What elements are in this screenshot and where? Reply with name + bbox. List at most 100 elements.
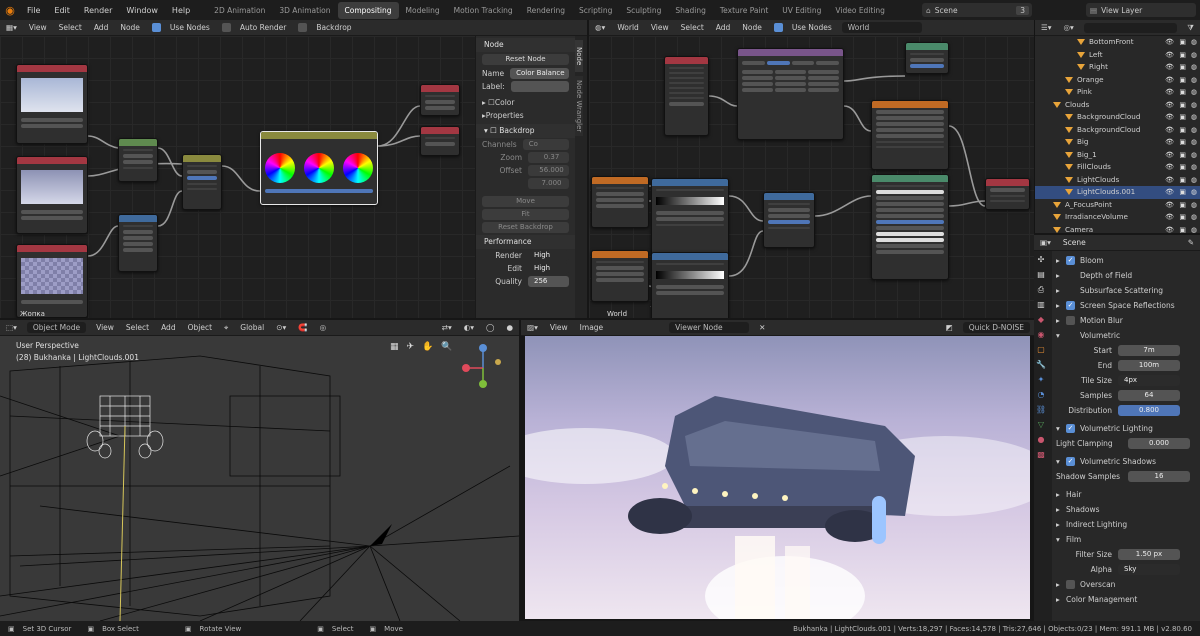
render-tab-icon[interactable]: ▤ (1034, 268, 1048, 281)
tab-uv-editing[interactable]: UV Editing (775, 2, 828, 19)
render-visibility-icon[interactable]: ◍ (1191, 161, 1197, 174)
sss-expand-icon[interactable]: ▸ (1056, 286, 1066, 295)
tab-node-wrangler[interactable]: Node Wrangler (575, 76, 583, 136)
outliner-row[interactable]: IrradianceVolume 👁 ▣ ◍ (1035, 211, 1200, 224)
alpha-dropdown[interactable]: Sky (1118, 564, 1180, 575)
outliner-row[interactable]: Orange 👁 ▣ ◍ (1035, 74, 1200, 87)
render-layers-node-3[interactable] (16, 244, 88, 318)
viewport-select-menu[interactable]: Select (120, 323, 155, 332)
menu-file[interactable]: File (20, 6, 47, 15)
render-result-image[interactable] (525, 336, 1030, 619)
hair-expand-icon[interactable]: ▸ (1056, 490, 1066, 499)
tab-3d-animation[interactable]: 3D Animation (272, 2, 337, 19)
camera-visibility-icon[interactable]: ▣ (1179, 61, 1186, 74)
outliner-row[interactable]: BottomFront 👁 ▣ ◍ (1035, 36, 1200, 49)
zoom-icon[interactable]: 🔍 (441, 342, 452, 352)
outliner-row[interactable]: LightClouds.001 👁 ▣ ◍ (1035, 186, 1200, 199)
backdrop-panel-header[interactable]: ▾ ☐ Backdrop (476, 124, 575, 138)
render-visibility-icon[interactable]: ◍ (1191, 74, 1197, 87)
render-visibility-icon[interactable]: ◍ (1191, 49, 1197, 62)
eye-icon[interactable]: 👁 (1165, 99, 1174, 112)
color-ramp-node[interactable] (651, 178, 729, 256)
world-use-nodes-checkbox[interactable] (773, 23, 783, 32)
outliner-row[interactable]: Big_1 👁 ▣ ◍ (1035, 149, 1200, 162)
camera-visibility-icon[interactable]: ▣ (1179, 199, 1186, 212)
vol-shadows-expand-icon[interactable]: ▾ (1056, 457, 1066, 466)
shading-wireframe-icon[interactable]: ◯ (480, 323, 500, 332)
image-image-menu[interactable]: Image (574, 323, 610, 332)
properties-editor-icon[interactable]: ▣▾ (1034, 238, 1057, 247)
render-quality-dropdown[interactable]: High (528, 250, 569, 261)
toggle-camera-icon[interactable]: ✈ (407, 342, 415, 352)
world-node-canvas[interactable]: World (589, 36, 1034, 318)
color-mgmt-expand-icon[interactable]: ▸ (1056, 595, 1066, 604)
outliner-row[interactable]: Right 👁 ▣ ◍ (1035, 61, 1200, 74)
object-tab-icon[interactable]: ▢ (1034, 343, 1048, 356)
backdrop-checkbox[interactable] (298, 23, 308, 32)
camera-visibility-icon[interactable]: ▣ (1179, 211, 1186, 224)
eye-icon[interactable]: 👁 (1165, 74, 1174, 87)
outliner-row[interactable]: BackgroundCloud 👁 ▣ ◍ (1035, 111, 1200, 124)
viewport-object-menu[interactable]: Object (182, 323, 218, 332)
compositor-view-menu[interactable]: View (23, 23, 53, 32)
node-label-field[interactable] (510, 81, 569, 92)
compositor-node-menu[interactable]: Node (114, 23, 146, 32)
eye-icon[interactable]: 👁 (1165, 199, 1174, 212)
eye-icon[interactable]: 👁 (1165, 49, 1174, 62)
film-expand-icon[interactable]: ▾ (1056, 535, 1066, 544)
texture-coordinate-node[interactable] (664, 56, 709, 136)
camera-visibility-icon[interactable]: ▣ (1179, 161, 1186, 174)
vol-shadows-checkbox[interactable]: ✓ (1066, 457, 1075, 466)
image-view-menu[interactable]: View (544, 323, 574, 332)
shadows-expand-icon[interactable]: ▸ (1056, 505, 1066, 514)
image-pin-icon[interactable]: ✕ (753, 323, 771, 332)
camera-visibility-icon[interactable]: ▣ (1179, 174, 1186, 187)
view-layer-selector[interactable]: ▤ View Layer (1086, 3, 1196, 17)
edit-quality-dropdown[interactable]: High (528, 263, 569, 274)
viewport-view-menu[interactable]: View (90, 323, 120, 332)
menu-window[interactable]: Window (119, 6, 165, 15)
world-type-dropdown[interactable]: World (611, 23, 645, 32)
color-ramp-gradient[interactable] (656, 197, 724, 205)
bright-contrast-node[interactable] (118, 138, 158, 182)
tile-size-dropdown[interactable]: 4px (1118, 375, 1180, 386)
eye-icon[interactable]: 👁 (1165, 61, 1174, 74)
render-visibility-icon[interactable]: ◍ (1191, 99, 1197, 112)
render-visibility-icon[interactable]: ◍ (1191, 111, 1197, 124)
color-expand-icon[interactable]: ▸ ☐ (482, 98, 495, 107)
data-tab-icon[interactable]: ▽ (1034, 418, 1048, 431)
outliner-row[interactable]: LightClouds 👁 ▣ ◍ (1035, 174, 1200, 187)
outliner-row[interactable]: BackgroundCloud 👁 ▣ ◍ (1035, 124, 1200, 137)
material-tab-icon[interactable]: ● (1034, 433, 1048, 446)
filter-size-field[interactable]: 1.50 px (1118, 549, 1180, 560)
outliner-search-input[interactable] (1083, 22, 1178, 33)
shading-solid-icon[interactable]: ● (500, 323, 519, 332)
fit-button[interactable]: Fit (482, 209, 569, 220)
eye-icon[interactable]: 👁 (1165, 86, 1174, 99)
camera-visibility-icon[interactable]: ▣ (1179, 74, 1186, 87)
viewport-canvas[interactable]: User Perspective (28) Bukhanka | LightCl… (0, 336, 519, 621)
pin-icon[interactable]: ✎ (1182, 238, 1200, 247)
camera-visibility-icon[interactable]: ▣ (1179, 149, 1186, 162)
tab-node[interactable]: Node (575, 40, 583, 72)
viewport-editor-icon[interactable]: ⬚▾ (0, 323, 23, 332)
color-balance-node[interactable] (260, 131, 378, 205)
render-visibility-icon[interactable]: ◍ (1191, 211, 1197, 224)
viewer-node[interactable] (420, 126, 460, 156)
scene-selector[interactable]: ⌂ Scene 3 (922, 3, 1032, 17)
eye-icon[interactable]: 👁 (1165, 149, 1174, 162)
color-ramp-gradient-2[interactable] (656, 271, 724, 279)
view-layer-tab-icon[interactable]: ▥ (1034, 298, 1048, 311)
render-visibility-icon[interactable]: ◍ (1191, 149, 1197, 162)
tab-2d-animation[interactable]: 2D Animation (207, 2, 272, 19)
scene-tab-icon[interactable]: ◆ (1034, 313, 1048, 326)
bloom-checkbox[interactable]: ✓ (1066, 256, 1075, 265)
color-wheels[interactable] (261, 153, 377, 183)
noise-texture-node-2[interactable] (591, 250, 649, 302)
constraints-tab-icon[interactable]: ⛓ (1034, 403, 1048, 416)
principled-volume-node[interactable] (871, 174, 949, 280)
mix-node[interactable] (182, 154, 222, 210)
end-field[interactable]: 100m (1118, 360, 1180, 371)
vol-lighting-checkbox[interactable]: ✓ (1066, 424, 1075, 433)
bloom-expand-icon[interactable]: ▸ (1056, 256, 1066, 265)
